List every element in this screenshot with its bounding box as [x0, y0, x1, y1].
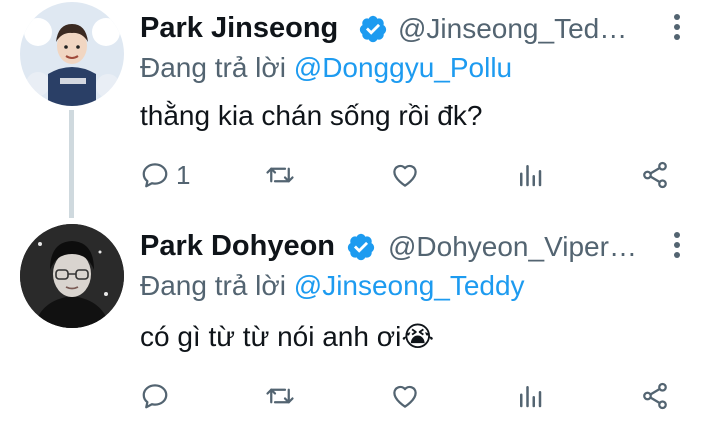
tweet-header: Park Jinseong @Jinseong_Ted… — [140, 8, 680, 48]
share-button[interactable] — [640, 376, 670, 416]
tweet-text-content: có gì từ từ nói anh ơi — [140, 321, 402, 352]
thread-connector — [69, 110, 74, 218]
reply-icon — [142, 384, 168, 409]
action-bar: 1 — [140, 155, 680, 195]
reply-button[interactable] — [140, 376, 176, 416]
display-name[interactable]: Park Jinseong — [140, 12, 338, 45]
more-vertical-icon[interactable] — [672, 230, 682, 260]
retweet-icon — [266, 388, 294, 404]
verified-badge-icon — [347, 233, 375, 261]
replying-to: Đang trả lời @Donggyu_Pollu — [140, 52, 512, 84]
reply-button[interactable]: 1 — [140, 155, 190, 195]
like-button[interactable] — [390, 376, 420, 416]
avatar[interactable] — [20, 2, 124, 106]
tweet[interactable]: Park Dohyeon @Dohyeon_Viper… Đang trả lờ… — [0, 212, 720, 422]
retweet-button[interactable] — [265, 376, 295, 416]
user-handle[interactable]: @Jinseong_Ted… — [398, 13, 627, 45]
tweet[interactable]: Park Jinseong @Jinseong_Ted… Đang trả lờ… — [0, 0, 720, 218]
analytics-icon — [520, 386, 542, 408]
replying-to-label: Đang trả lời — [140, 52, 294, 83]
tweet-text: có gì từ từ nói anh ơi😭 — [140, 320, 434, 353]
more-vertical-icon[interactable] — [672, 12, 682, 42]
mention-link[interactable]: @Donggyu_Pollu — [294, 52, 512, 83]
crying-emoji: 😭 — [401, 321, 435, 352]
share-icon — [643, 382, 667, 410]
reply-count: 1 — [176, 159, 191, 190]
like-icon — [393, 385, 417, 408]
avatar[interactable] — [20, 224, 124, 328]
analytics-icon — [520, 165, 542, 187]
replying-to-label: Đang trả lời — [140, 270, 294, 301]
action-bar — [140, 376, 680, 416]
share-icon — [643, 161, 667, 189]
share-button[interactable] — [640, 155, 670, 195]
like-icon — [393, 164, 417, 187]
analytics-button[interactable] — [515, 376, 545, 416]
reply-icon — [142, 163, 168, 188]
user-handle[interactable]: @Dohyeon_Viper… — [388, 231, 637, 263]
tweet-text: thằng kia chán sống rồi đk? — [140, 100, 483, 131]
verified-badge-icon — [359, 15, 387, 43]
like-button[interactable] — [390, 155, 420, 195]
analytics-button[interactable] — [515, 155, 545, 195]
replying-to: Đang trả lời @Jinseong_Teddy — [140, 270, 525, 302]
retweet-button[interactable] — [265, 155, 295, 195]
tweet-header: Park Dohyeon @Dohyeon_Viper… — [140, 226, 680, 266]
mention-link[interactable]: @Jinseong_Teddy — [294, 270, 525, 301]
retweet-icon — [266, 167, 294, 183]
display-name[interactable]: Park Dohyeon — [140, 230, 335, 263]
